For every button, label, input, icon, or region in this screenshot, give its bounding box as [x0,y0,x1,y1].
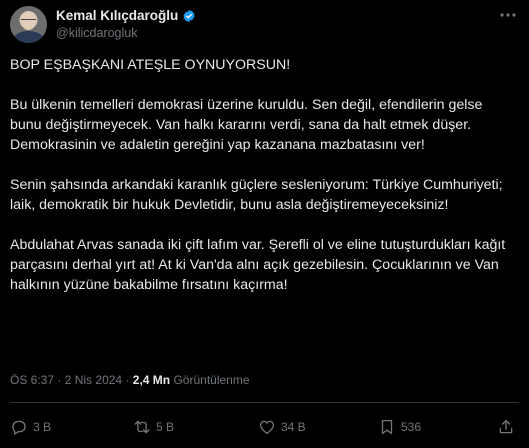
tweet-text: BOP EŞBAŞKANI ATEŞLE OYNUYORSUN! Bu ülke… [10,55,515,315]
more-options-icon[interactable] [499,12,517,18]
reply-count: 3 B [33,420,52,434]
tweet-paragraph: Senin şahsında arkandaki karanlık güçler… [10,177,503,213]
like-button[interactable]: 34 B [258,418,306,436]
avatar-shoulders [13,31,44,43]
tweet-meta: ÖS 6:37 · 2 Nis 2024 · 2,4 Mn Görüntülen… [10,373,250,387]
author-name-row: Kemal Kılıçdaroğlu [56,8,196,23]
heart-icon [259,420,275,435]
meta-separator: · [57,373,62,387]
meta-separator: · [125,373,130,387]
verified-badge-icon [183,9,195,22]
retweet-button[interactable]: 5 B [133,418,174,436]
author-info: Kemal Kılıçdaroğlu @kilicdarogluk [56,8,196,40]
tweet-time[interactable]: ÖS 6:37 [10,373,54,387]
avatar-glasses [21,19,36,24]
tweet-date[interactable]: 2 Nis 2024 [65,373,122,387]
bookmark-icon [381,419,393,435]
reply-icon [12,420,26,435]
divider [10,402,519,403]
views-label: Görüntülenme [173,373,250,387]
author-name[interactable]: Kemal Kılıçdaroğlu [56,8,178,23]
tweet-paragraph: Bu ülkenin temelleri demokrasi üzerine k… [10,97,483,153]
tweet-header: Kemal Kılıçdaroğlu @kilicdarogluk [10,6,519,46]
action-bar: 3 B 5 B 34 B 536 [10,414,519,440]
bookmark-count: 536 [401,420,422,434]
bookmark-button[interactable]: 536 [378,418,421,436]
like-count: 34 B [281,420,306,434]
share-button[interactable] [497,418,515,436]
reply-button[interactable]: 3 B [10,418,51,436]
tweet-paragraph: BOP EŞBAŞKANI ATEŞLE OYNUYORSUN! [10,57,291,73]
retweet-icon [134,420,150,434]
views-count: 2,4 Mn [132,373,171,387]
tweet-card: Kemal Kılıçdaroğlu @kilicdarogluk BOP EŞ… [0,0,529,448]
avatar[interactable] [10,6,47,43]
author-handle[interactable]: @kilicdarogluk [56,26,196,40]
share-icon [499,419,513,434]
retweet-count: 5 B [156,420,175,434]
tweet-paragraph: Abdulahat Arvas sanada iki çift lafım va… [10,237,506,293]
